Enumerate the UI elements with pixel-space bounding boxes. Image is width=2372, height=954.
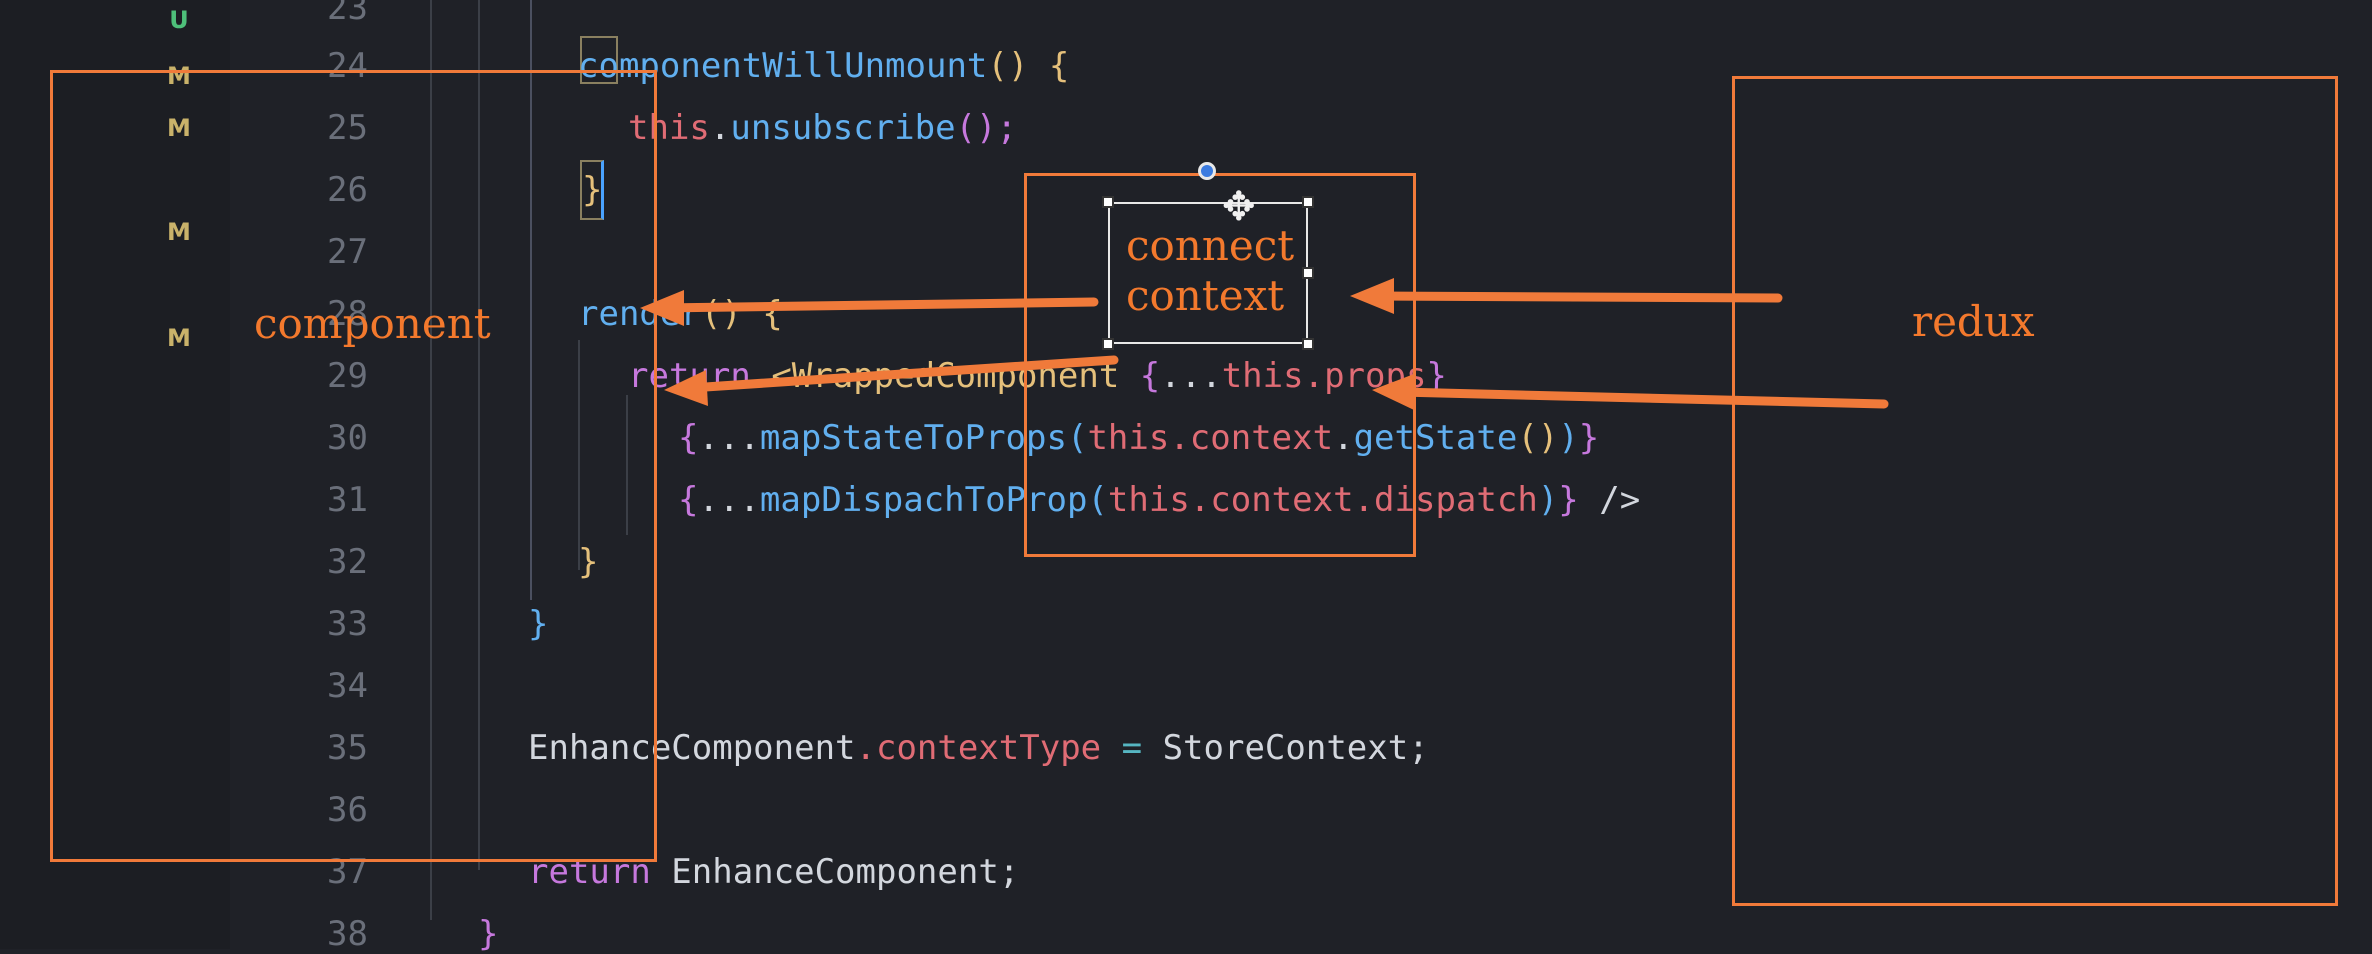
arrowhead — [664, 370, 708, 406]
arrow-redux-to-connect — [1375, 291, 1783, 303]
arrowhead — [640, 290, 684, 326]
arrowhead — [1350, 278, 1394, 314]
arrow-connect-to-render — [655, 297, 1099, 313]
arrowhead — [1372, 374, 1414, 410]
annotation-arrows — [640, 278, 1889, 410]
arrow-connect-to-return — [685, 355, 1119, 393]
arrow-redux-to-props — [1395, 387, 1889, 409]
